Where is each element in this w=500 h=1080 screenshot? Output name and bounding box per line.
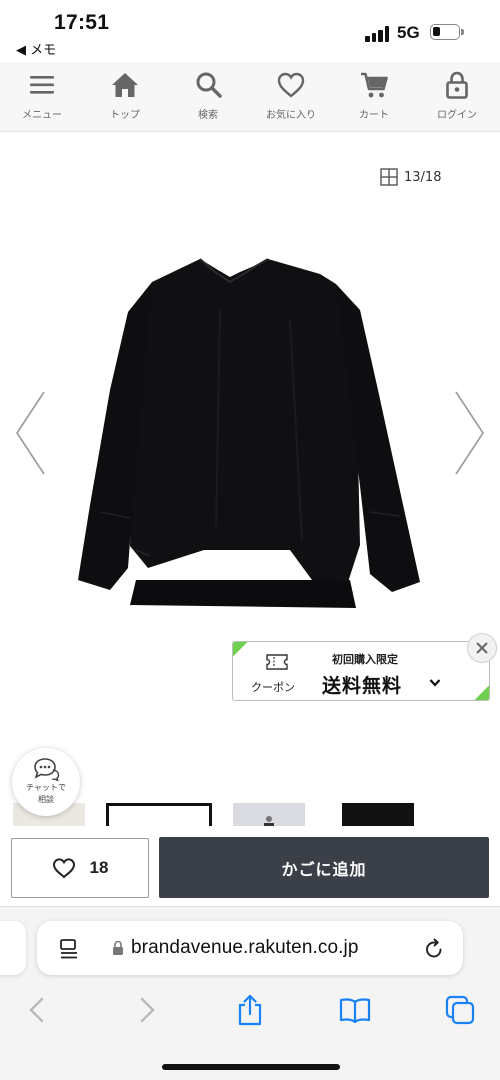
image-counter-text: 13/18 [404, 169, 442, 185]
site-nav-bar: メニュー トップ 検索 お気に入り カート ログイン [0, 62, 500, 132]
status-bar: 17:51 ◀ メモ 5G [0, 0, 500, 62]
nav-favorites-label: お気に入り [266, 110, 316, 121]
nav-login[interactable]: ログイン [417, 70, 497, 126]
nav-login-label: ログイン [437, 110, 477, 121]
grid-icon [380, 168, 398, 186]
search-icon [196, 72, 222, 98]
back-to-app-link[interactable]: ◀ メモ [16, 39, 56, 58]
forward-arrow-icon[interactable] [129, 993, 163, 1027]
coupon-corner-stripe [233, 642, 258, 661]
chevron-down-icon [429, 679, 441, 687]
coupon-limit-text: 初回購入限定 [332, 653, 398, 666]
nav-cart[interactable]: カート [334, 70, 414, 126]
menu-icon [30, 76, 54, 94]
image-counter[interactable]: 13/18 [380, 167, 441, 187]
product-page: 17:51 ◀ メモ 5G メニュー トップ 検索 お気に入り カート ログイン… [0, 0, 500, 1080]
coupon-close-button[interactable] [467, 633, 497, 663]
back-arrow-icon[interactable] [21, 993, 55, 1027]
coupon-offer-text: 送料無料 [322, 675, 403, 697]
chat-label-line1: チャットで [26, 783, 66, 792]
chat-consult-button[interactable]: チャットで 相談 [12, 748, 80, 816]
lock-icon [113, 940, 123, 955]
heart-icon [277, 72, 305, 98]
favorite-count: 18 [89, 858, 109, 877]
coupon-label: クーポン [251, 681, 295, 694]
nav-menu[interactable]: メニュー [2, 70, 82, 126]
nav-search-label: 検索 [198, 110, 218, 121]
signal-strength-icon [365, 24, 391, 42]
close-icon [476, 642, 488, 654]
coupon-banner[interactable]: クーポン 初回購入限定 送料無料 [232, 641, 490, 701]
browser-toolbar: brandavenue.rakuten.co.jp [0, 906, 500, 1080]
purchase-action-bar: 18 かごに追加 [0, 826, 500, 910]
home-indicator [162, 1064, 340, 1070]
nav-favorites[interactable]: お気に入り [251, 70, 331, 126]
tabs-icon[interactable] [443, 993, 477, 1027]
reload-icon[interactable] [423, 937, 445, 959]
home-icon [112, 73, 138, 97]
battery-icon [430, 24, 464, 40]
address-bar[interactable]: brandavenue.rakuten.co.jp [37, 921, 463, 975]
lock-icon [446, 71, 468, 99]
heart-icon [52, 858, 75, 879]
network-type: 5G [397, 23, 420, 42]
chat-bubble-icon [34, 758, 60, 781]
nav-cart-label: カート [359, 110, 389, 121]
nav-search[interactable]: 検索 [168, 70, 248, 126]
page-menu-icon[interactable] [59, 938, 79, 960]
next-image-arrow-icon[interactable] [452, 390, 486, 476]
nav-menu-label: メニュー [22, 110, 62, 121]
status-time: 17:51 [54, 11, 110, 34]
nav-top-label: トップ [110, 110, 140, 121]
chat-label-line2: 相談 [38, 795, 54, 804]
ticket-icon [266, 654, 288, 670]
add-to-cart-button[interactable]: かごに追加 [159, 837, 489, 898]
share-icon[interactable] [233, 993, 267, 1027]
nav-top[interactable]: トップ [85, 70, 165, 126]
url-text: brandavenue.rakuten.co.jp [131, 937, 359, 958]
previous-tab-peek[interactable] [0, 921, 26, 975]
favorite-button[interactable]: 18 [11, 838, 149, 898]
previous-image-arrow-icon[interactable] [14, 390, 48, 476]
cart-icon [361, 72, 388, 98]
coupon-corner-stripe [464, 681, 489, 700]
bookmarks-icon[interactable] [338, 993, 372, 1027]
product-image[interactable] [70, 250, 430, 620]
